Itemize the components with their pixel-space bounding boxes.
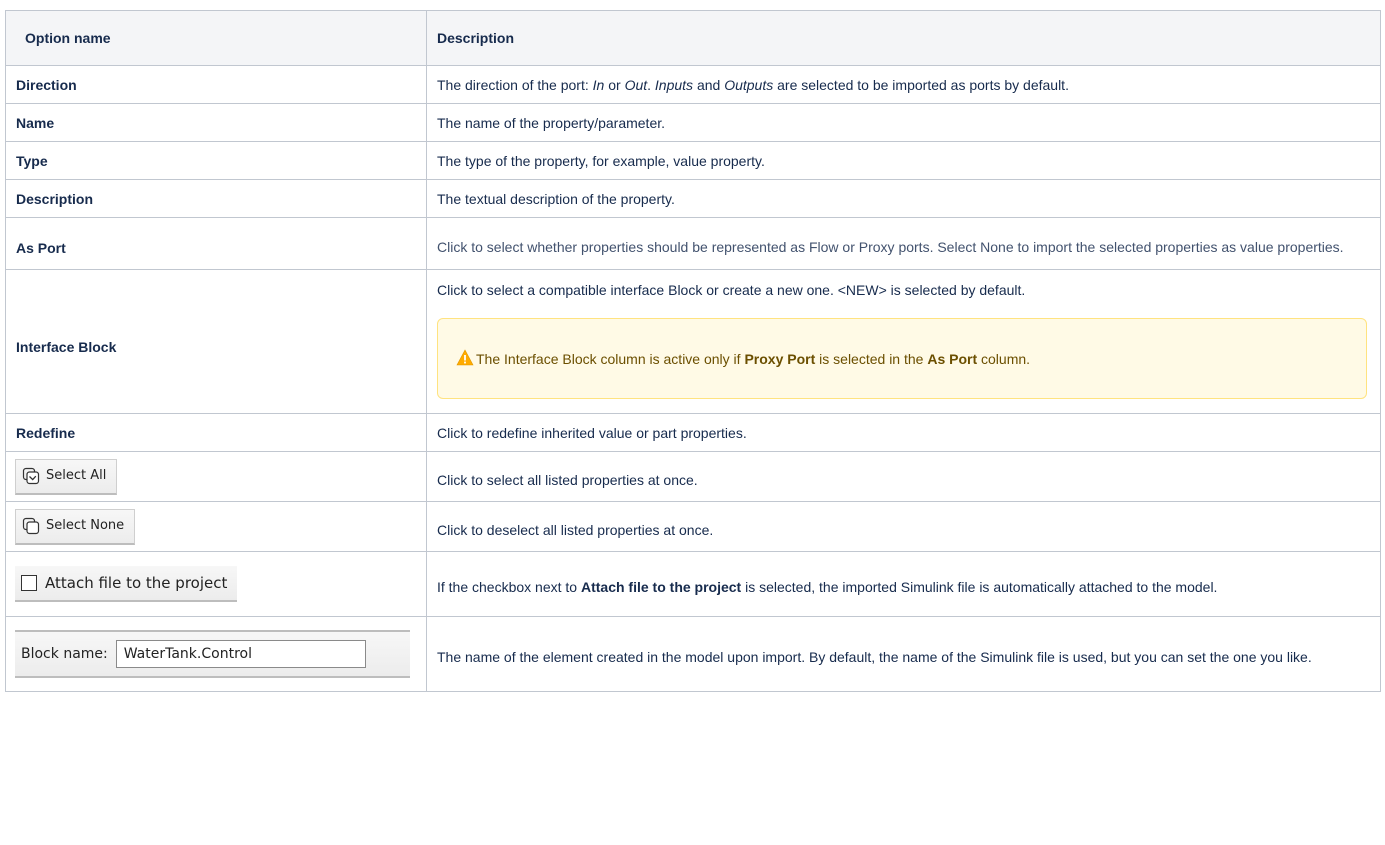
select-all-icon xyxy=(22,467,40,485)
option-description: The name of the element created in the m… xyxy=(426,616,1381,692)
option-name-image: Block name: WaterTank.Control xyxy=(5,616,427,692)
table-row-redefine: Redefine Click to redefine inherited val… xyxy=(5,413,1381,452)
option-name: As Port xyxy=(5,217,427,270)
table-row-type: Type The type of the property, for examp… xyxy=(5,141,1381,180)
option-description: The direction of the port: In or Out. In… xyxy=(426,65,1381,104)
text-fragment: is selected, the imported Simulink file … xyxy=(741,578,1218,595)
attach-file-checkbox[interactable]: Attach file to the project xyxy=(15,566,238,602)
option-description: Click to deselect all listed properties … xyxy=(426,501,1381,552)
warning-note-text: The Interface Block column is active onl… xyxy=(456,348,1031,369)
table-row-select-none: Select None Click to deselect all listed… xyxy=(5,501,1381,552)
option-name-image: Select All xyxy=(5,451,427,502)
table-row-direction: Direction The direction of the port: In … xyxy=(5,65,1381,104)
text-fragment: As Port xyxy=(927,350,978,367)
options-table: Option name Description Direction The di… xyxy=(5,10,1381,692)
text-fragment: The direction of the port: xyxy=(437,76,593,93)
table-row-block-name: Block name: WaterTank.Control The name o… xyxy=(5,616,1381,692)
table-header-row: Option name Description xyxy=(5,10,1381,66)
option-name: Description xyxy=(5,179,427,218)
select-none-label: Select None xyxy=(46,518,125,533)
text-fragment: is selected in the xyxy=(815,350,928,367)
text-fragment: Outputs xyxy=(724,76,774,93)
option-name: Type xyxy=(5,141,427,180)
text-fragment: . xyxy=(647,76,655,93)
option-description: The type of the property, for example, v… xyxy=(426,141,1381,180)
block-name-value: WaterTank.Control xyxy=(123,646,252,662)
option-name: Name xyxy=(5,103,427,142)
option-description: Click to select a compatible interface B… xyxy=(426,269,1381,414)
block-name-label: Block name: xyxy=(21,646,108,662)
select-all-button[interactable]: Select All xyxy=(15,458,118,495)
text-fragment: Proxy Port xyxy=(744,350,816,367)
option-description: Click to select all listed properties at… xyxy=(426,451,1381,502)
option-description: The name of the property/parameter. xyxy=(426,103,1381,142)
option-name: Direction xyxy=(5,65,427,104)
text-fragment: column. xyxy=(977,350,1031,367)
table-row-as-port: As Port Click to select whether properti… xyxy=(5,217,1381,270)
select-none-button[interactable]: Select None xyxy=(15,508,136,545)
table-row-attach-file: Attach file to the project If the checkb… xyxy=(5,551,1381,617)
text-fragment: and xyxy=(693,76,725,93)
checkbox-box[interactable] xyxy=(21,575,37,591)
option-name-image: Select None xyxy=(5,501,427,552)
header-option-name: Option name xyxy=(5,10,427,66)
option-name-image: Attach file to the project xyxy=(5,551,427,617)
table-row-select-all: Select All Click to select all listed pr… xyxy=(5,451,1381,502)
text-fragment: If the checkbox next to xyxy=(437,578,581,595)
option-name: Redefine xyxy=(5,413,427,452)
text-fragment: Inputs xyxy=(654,76,694,93)
text-fragment: Attach file to the project xyxy=(580,578,742,595)
option-description: If the checkbox next to Attach file to t… xyxy=(426,551,1381,617)
block-name-input[interactable]: WaterTank.Control xyxy=(115,640,366,668)
option-name: Interface Block xyxy=(5,269,427,414)
warning-icon xyxy=(456,348,474,365)
text-fragment: In xyxy=(592,76,605,93)
option-description: Click to select whether properties shoul… xyxy=(426,217,1381,270)
select-none-icon xyxy=(22,517,40,535)
attach-file-label: Attach file to the project xyxy=(45,574,228,592)
option-description: The textual description of the property. xyxy=(426,179,1381,218)
header-description: Description xyxy=(426,10,1381,66)
table-row-interface-block: Interface Block Click to select a compat… xyxy=(5,269,1381,414)
text-fragment: Out xyxy=(624,76,648,93)
option-description: Click to redefine inherited value or par… xyxy=(426,413,1381,452)
table-row-name: Name The name of the property/parameter. xyxy=(5,103,1381,142)
interface-block-text: Click to select a compatible interface B… xyxy=(437,282,1026,298)
select-all-label: Select All xyxy=(46,468,107,483)
text-fragment: The Interface Block column is active onl… xyxy=(476,350,745,367)
text-fragment: are selected to be imported as ports by … xyxy=(773,76,1069,93)
text-fragment: or xyxy=(604,76,625,93)
table-row-description: Description The textual description of t… xyxy=(5,179,1381,218)
block-name-field-group: Block name: WaterTank.Control xyxy=(15,630,410,678)
warning-note: The Interface Block column is active onl… xyxy=(437,318,1367,399)
